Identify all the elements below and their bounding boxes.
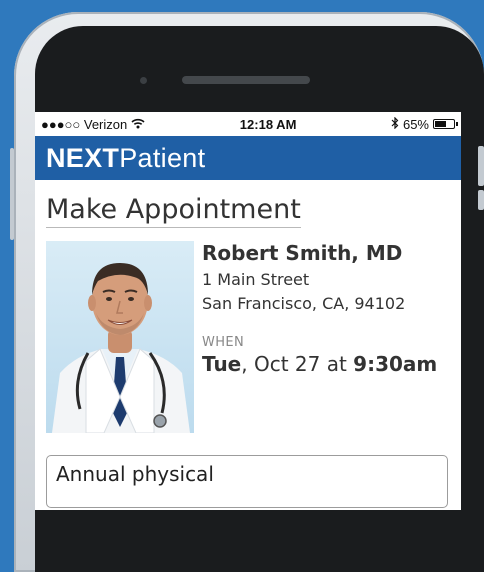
front-camera	[140, 77, 147, 84]
appointment-time: 9:30am	[353, 352, 438, 376]
when-label: WHEN	[202, 335, 245, 350]
doctor-photo	[46, 241, 194, 433]
phone-side-button-left	[10, 148, 14, 240]
status-time: 12:18 AM	[239, 116, 297, 132]
brand-part-patient: Patient	[119, 142, 206, 173]
appointment-day: Tue	[202, 352, 242, 376]
reason-input[interactable]: Annual physical	[46, 455, 448, 508]
wifi-icon	[131, 117, 145, 132]
doctor-info: Robert Smith, MD 1 Main Street San Franc…	[202, 241, 437, 433]
doctor-card: Robert Smith, MD 1 Main Street San Franc…	[46, 241, 450, 433]
address-line-1: 1 Main Street	[202, 270, 310, 289]
doctor-name: Robert Smith, MD	[202, 241, 403, 265]
battery-icon	[433, 119, 458, 129]
app-header: NEXTPatient	[35, 136, 461, 180]
reason-value: Annual physical	[56, 462, 214, 486]
address-line-2: San Francisco, CA, 94102	[202, 294, 406, 313]
status-bar: ●●●○○ Verizon 12:18 AM 65%	[35, 112, 461, 136]
earpiece-speaker	[182, 76, 310, 84]
phone-side-button-right	[478, 146, 484, 186]
bluetooth-icon	[391, 116, 399, 132]
page-title: Make Appointment	[46, 194, 301, 228]
appointment-datetime: Tue, Oct 27 at 9:30am	[202, 352, 437, 376]
phone-screen: ●●●○○ Verizon 12:18 AM 65% NEXTPatient M…	[35, 112, 461, 510]
phone-side-button-right-2	[478, 190, 484, 210]
app-logo[interactable]: NEXTPatient	[46, 143, 205, 174]
battery-percent: 65%	[402, 116, 429, 132]
appointment-date: , Oct 27 at	[241, 352, 354, 376]
carrier-signal: ●●●○○ Verizon	[41, 116, 128, 132]
appointment-form: Make Appointment Robert Smith, MD 1 Main…	[35, 180, 461, 508]
brand-part-next: NEXT	[46, 142, 120, 173]
